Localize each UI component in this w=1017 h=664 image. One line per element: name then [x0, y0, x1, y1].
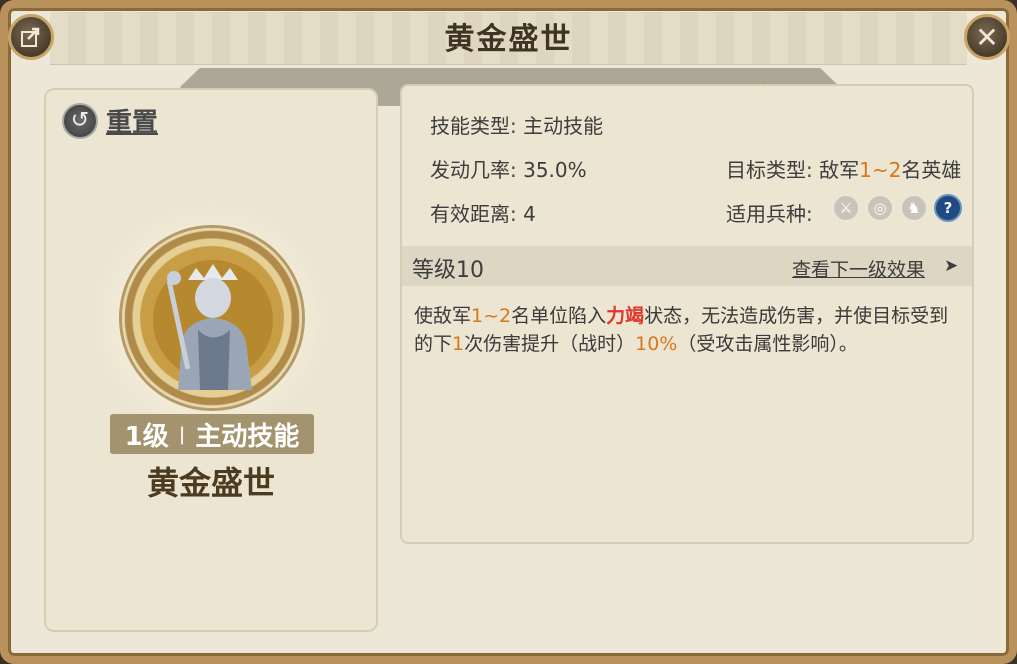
skill-type-value: 主动技能	[523, 114, 604, 138]
trigger-rate-value: 35.0%	[523, 158, 587, 182]
trigger-rate-row: 发动几率: 35.0%	[430, 154, 587, 183]
skill-type-label: 技能类型:	[430, 114, 517, 138]
troop-type-icons: ⚔ ◎ ♞ ?	[832, 194, 962, 222]
desc-text-2: 名单位陷入	[511, 305, 607, 327]
target-prefix: 敌军	[819, 158, 860, 182]
desc-text-4: 次伤害提升（战时）	[464, 333, 636, 355]
skill-name: 黄金盛世	[146, 464, 275, 502]
dialog-title: 黄金盛世	[444, 22, 573, 57]
troop-type-label: 适用兵种:	[726, 202, 813, 226]
desc-target-count: 1~2	[471, 305, 512, 327]
target-suffix: 名英雄	[901, 158, 962, 182]
skill-level-badge: 1级 | 主动技能	[110, 414, 314, 454]
share-icon	[21, 27, 40, 47]
reset-icon: ↺	[62, 102, 98, 139]
chevron-right-icon[interactable]: ➤	[944, 256, 958, 276]
target-type-row: 目标类型: 敌军1~2名英雄	[726, 154, 961, 183]
target-type-label: 目标类型:	[726, 158, 813, 182]
horse-icon: ♞	[900, 194, 928, 222]
range-label: 有效距离:	[430, 202, 517, 226]
skill-type: 主动技能	[195, 421, 300, 452]
desc-damage-percent: 10%	[635, 333, 678, 355]
question-icon[interactable]: ?	[934, 194, 962, 222]
badge-separator: |	[178, 423, 186, 445]
skill-description: 使敌军1~2名单位陷入力竭状态，无法造成伤害，并使目标受到的下1次伤害提升（战时…	[414, 302, 964, 358]
skill-type-row: 技能类型: 主动技能	[430, 110, 603, 139]
desc-status: 力竭	[606, 305, 645, 327]
troop-type-row: 适用兵种:	[726, 198, 813, 227]
skill-level: 1级	[124, 421, 169, 452]
close-icon: ✕	[975, 20, 999, 54]
desc-hit-count: 1	[452, 333, 465, 355]
close-button[interactable]: ✕	[964, 14, 1010, 60]
reset-label: 重置	[106, 108, 159, 138]
level-title: 等级10	[412, 258, 484, 283]
desc-text-5: （受攻击属性影响）。	[677, 333, 858, 355]
reset-button[interactable]: ↺ 重置	[62, 102, 158, 139]
range-value: 4	[523, 202, 536, 226]
king-portrait-icon	[153, 260, 273, 390]
target-icon: ◎	[866, 194, 894, 222]
share-button[interactable]	[8, 14, 54, 60]
range-row: 有效距离: 4	[430, 198, 536, 227]
next-level-link[interactable]: 查看下一级效果	[792, 255, 925, 282]
sword-icon: ⚔	[832, 194, 860, 222]
target-range: 1~2	[859, 158, 902, 182]
desc-text-1: 使敌军	[414, 305, 472, 327]
trigger-rate-label: 发动几率:	[430, 158, 517, 182]
